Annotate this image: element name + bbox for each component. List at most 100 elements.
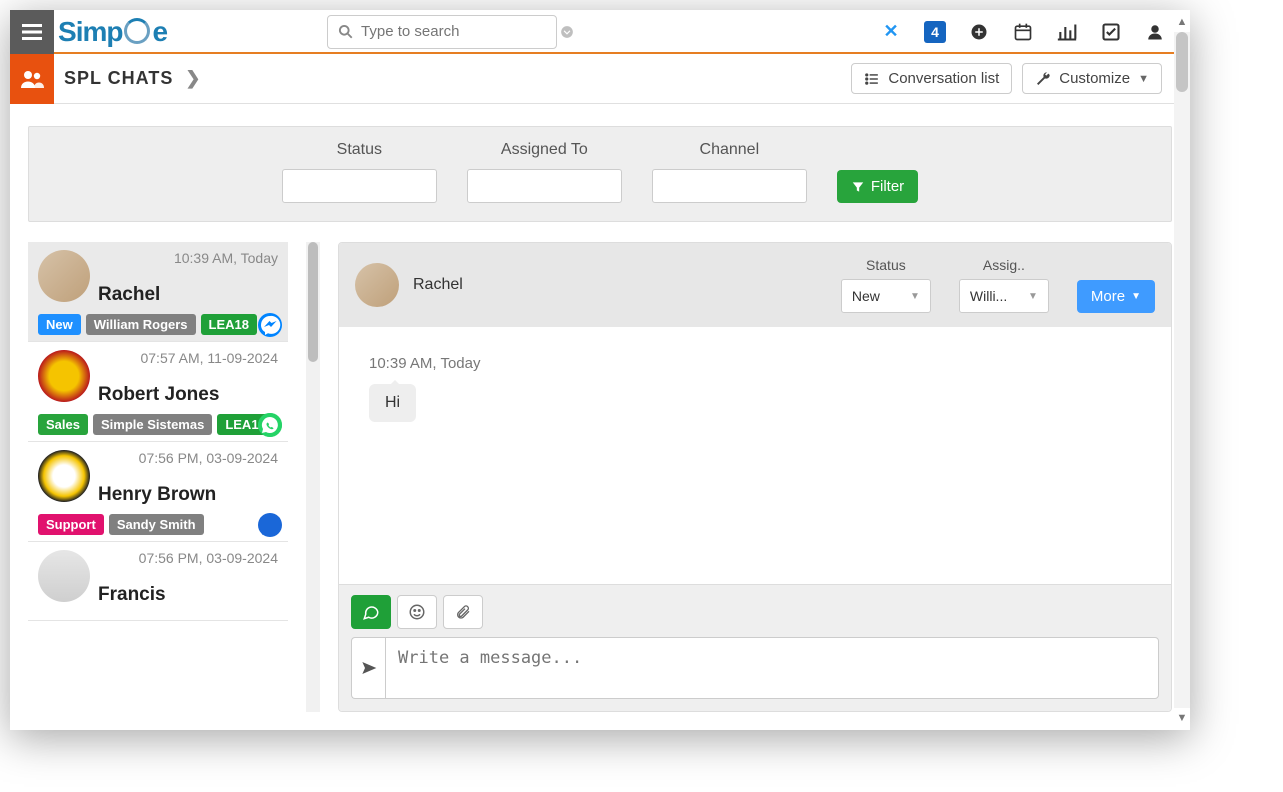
- sidebar-chats-button[interactable]: [10, 54, 54, 104]
- filter-status-label: Status: [337, 141, 382, 159]
- search-icon: [338, 24, 353, 39]
- calendar-icon[interactable]: [1012, 21, 1034, 43]
- filter-status-input[interactable]: [282, 169, 437, 203]
- chat-body: 10:39 AM, Today Hi: [339, 327, 1171, 584]
- whatsapp-icon: [258, 413, 282, 437]
- badge: Support: [38, 514, 104, 535]
- chevron-down-icon[interactable]: [560, 25, 574, 39]
- conversation-item[interactable]: 07:57 AM, 11-09-2024 Robert Jones SalesS…: [28, 342, 288, 442]
- compose-message-tab[interactable]: [351, 595, 391, 629]
- logo-text: S: [58, 16, 76, 48]
- conversation-list-label: Conversation list: [888, 70, 999, 87]
- conversation-time: 07:56 PM, 03-09-2024: [98, 450, 278, 466]
- chat-status-select[interactable]: New ▼: [841, 279, 931, 313]
- topbar: Simpe ✕ 4: [10, 10, 1190, 54]
- hamburger-menu-button[interactable]: [10, 10, 54, 54]
- conversation-list-button[interactable]: Conversation list: [851, 63, 1012, 94]
- chat-panel: Rachel Status New ▼ Assig.. Willi... ▼: [338, 242, 1172, 712]
- conversation-scrollbar[interactable]: [306, 242, 320, 712]
- foursquare-icon[interactable]: 4: [924, 21, 946, 43]
- logo-text: e: [152, 16, 167, 48]
- conversation-time: 07:56 PM, 03-09-2024: [98, 550, 278, 566]
- chat-status-label: Status: [866, 257, 906, 273]
- send-button[interactable]: [351, 637, 385, 699]
- sms-icon: [258, 513, 282, 537]
- scroll-thumb[interactable]: [1176, 32, 1188, 92]
- filter-channel-input[interactable]: [652, 169, 807, 203]
- chat-assigned-select[interactable]: Willi... ▼: [959, 279, 1049, 313]
- compose-attach-tab[interactable]: [443, 595, 483, 629]
- compose-area: [339, 584, 1171, 711]
- user-icon[interactable]: [1144, 21, 1166, 43]
- caret-down-icon: ▼: [1131, 291, 1141, 302]
- filter-assigned-input[interactable]: [467, 169, 622, 203]
- caret-down-icon: ▼: [910, 291, 920, 302]
- messenger-icon: [258, 313, 282, 337]
- page-subheader: SPL CHATS ❯ Conversation list Customize …: [10, 54, 1190, 104]
- more-button-label: More: [1091, 288, 1125, 305]
- filter-button-label: Filter: [871, 178, 904, 195]
- badge: LEA18: [201, 314, 257, 335]
- chat-assigned-label: Assig..: [983, 257, 1025, 273]
- avatar: [38, 350, 90, 402]
- badge: William Rogers: [86, 314, 196, 335]
- users-icon: [20, 67, 44, 91]
- speech-icon: [362, 603, 380, 621]
- conversation-item[interactable]: 10:39 AM, Today Rachel NewWilliam Rogers…: [28, 242, 288, 342]
- x-app-icon[interactable]: ✕: [880, 21, 902, 43]
- customize-label: Customize: [1059, 70, 1130, 87]
- filter-button[interactable]: Filter: [837, 170, 918, 203]
- chat-assigned-value: Willi...: [970, 288, 1007, 304]
- conversation-item[interactable]: 07:56 PM, 03-09-2024 Henry Brown Support…: [28, 442, 288, 542]
- conversation-list: 10:39 AM, Today Rachel NewWilliam Rogers…: [28, 242, 288, 712]
- badge: Simple Sistemas: [93, 414, 212, 435]
- funnel-icon: [851, 180, 865, 194]
- conversation-time: 10:39 AM, Today: [98, 250, 278, 266]
- message-bubble: Hi: [369, 384, 416, 422]
- wrench-icon: [1035, 71, 1051, 87]
- chart-icon[interactable]: [1056, 21, 1078, 43]
- contact-avatar: [355, 263, 399, 307]
- caret-down-icon: ▼: [1138, 73, 1149, 85]
- add-icon[interactable]: [968, 21, 990, 43]
- avatar: [38, 250, 90, 302]
- chat-header: Rachel Status New ▼ Assig.. Willi... ▼: [339, 243, 1171, 327]
- list-icon: [864, 72, 880, 86]
- message-text: Hi: [385, 394, 400, 411]
- paperclip-icon: [455, 604, 471, 620]
- page-title: SPL CHATS ❯: [64, 68, 201, 89]
- chat-status-value: New: [852, 288, 880, 304]
- contact-name: Rachel: [413, 276, 463, 294]
- message-input[interactable]: [385, 637, 1159, 699]
- send-icon: [361, 660, 377, 676]
- badge: New: [38, 314, 81, 335]
- global-search[interactable]: [327, 15, 557, 49]
- more-button[interactable]: More ▼: [1077, 280, 1155, 313]
- conversation-time: 07:57 AM, 11-09-2024: [98, 350, 278, 366]
- hamburger-icon: [22, 24, 42, 40]
- avatar: [38, 450, 90, 502]
- compose-emoji-tab[interactable]: [397, 595, 437, 629]
- badge: Sales: [38, 414, 88, 435]
- customize-button[interactable]: Customize ▼: [1022, 63, 1162, 94]
- filter-bar: Status Assigned To Channel Filter: [28, 126, 1172, 222]
- filter-channel-label: Channel: [700, 141, 760, 159]
- badge: Sandy Smith: [109, 514, 204, 535]
- search-input[interactable]: [361, 23, 560, 40]
- scroll-up-icon[interactable]: ▲: [1174, 12, 1190, 32]
- smile-icon: [408, 603, 426, 621]
- logo-wheel-icon: [124, 18, 150, 44]
- tasks-icon[interactable]: [1100, 21, 1122, 43]
- message-timestamp: 10:39 AM, Today: [369, 355, 1141, 372]
- left-sidebar: [10, 54, 54, 104]
- avatar: [38, 550, 90, 602]
- logo-text: mp: [82, 16, 122, 48]
- page-title-text: SPL CHATS: [64, 68, 173, 88]
- window-scrollbar[interactable]: ▲ ▼: [1174, 32, 1190, 708]
- scroll-down-icon[interactable]: ▼: [1174, 708, 1190, 728]
- conversation-item[interactable]: 07:56 PM, 03-09-2024 Francis: [28, 542, 288, 621]
- caret-down-icon: ▼: [1028, 291, 1038, 302]
- app-logo: Simpe: [58, 15, 167, 48]
- chevron-right-icon[interactable]: ❯: [185, 68, 201, 88]
- filter-assigned-label: Assigned To: [501, 141, 588, 159]
